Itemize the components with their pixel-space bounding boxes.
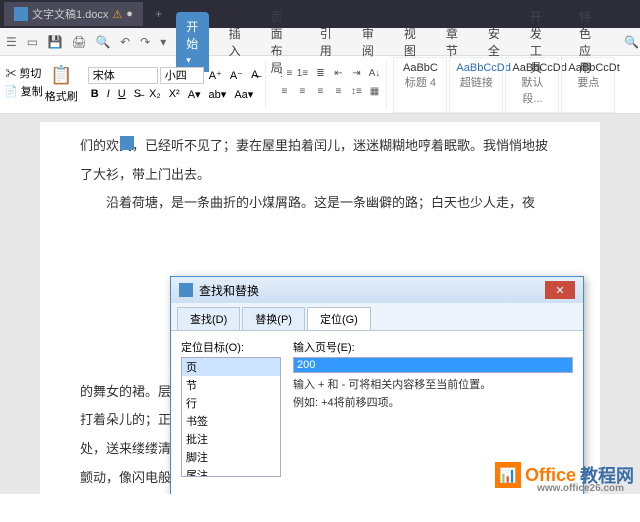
style-preview: AaBbC: [400, 62, 440, 74]
list-item[interactable]: 节: [182, 376, 280, 394]
goto-target-listbox[interactable]: 页 节 行 书签 批注 脚注 尾注: [181, 357, 281, 477]
number-list-icon[interactable]: 1≡: [294, 68, 310, 84]
align-right-icon[interactable]: ≡: [312, 86, 328, 102]
clear-format-icon[interactable]: A̶: [248, 67, 261, 84]
tab-goto[interactable]: 定位(G): [307, 307, 371, 330]
save-icon[interactable]: 💾: [48, 35, 62, 49]
dialog-icon: [179, 283, 193, 297]
watermark-icon: 📊: [495, 462, 521, 488]
tab-replace[interactable]: 替换(P): [242, 307, 305, 330]
redo-icon[interactable]: ↷: [140, 35, 150, 49]
target-label: 定位目标(O):: [181, 339, 281, 355]
paste-icon[interactable]: 📋: [50, 65, 72, 86]
multilevel-icon[interactable]: ≣: [312, 68, 328, 84]
style-label: 默认段...: [512, 74, 552, 106]
style-gallery: AaBbC标题 4 AaBbCcDd超链接 AaBbCcDd默认段... AaB…: [393, 57, 615, 113]
paragraph: 沿着荷塘，是一条曲折的小煤屑路。这是一条幽僻的路；白天也少人走，夜: [80, 189, 560, 218]
style-preview: AaBbCcDt: [568, 62, 608, 74]
style-label: 标题 4: [400, 74, 440, 90]
shading-icon[interactable]: ▦: [366, 86, 382, 102]
tab-review[interactable]: 审阅: [352, 19, 384, 65]
list-item[interactable]: 尾注: [182, 466, 280, 477]
paragraph: 们的欢笑，已经听不见了；妻在屋里拍着闰儿，迷迷糊糊地哼着眠歌。我悄悄地披了大衫，…: [80, 132, 560, 189]
quick-access-toolbar: ☰ ▭ 💾 🖨 🔍 ↶ ↷ ▾ 开始 插入 页面布局 引用 审阅 视图 章节 安…: [0, 28, 640, 56]
sub-icon[interactable]: X₂: [146, 86, 164, 103]
change-case-icon[interactable]: Aa▾: [231, 86, 256, 103]
copy-button[interactable]: 📄 复制: [4, 83, 43, 99]
format-painter[interactable]: 格式刷: [45, 88, 78, 104]
list-item[interactable]: 行: [182, 394, 280, 412]
tab-insert[interactable]: 插入: [219, 19, 251, 65]
cut-label: 剪切: [19, 68, 41, 80]
hint-line: 例如: +4将前移四项。: [293, 395, 573, 413]
menu-icon[interactable]: ☰: [6, 35, 17, 49]
style-preview: AaBbCcDd: [512, 62, 552, 74]
dialog-title: 查找和替换: [199, 282, 259, 299]
indent-dec-icon[interactable]: ⇤: [330, 68, 346, 84]
bullet-list-icon[interactable]: ⋮≡: [276, 68, 292, 84]
close-button[interactable]: ✕: [545, 281, 575, 299]
bold-icon[interactable]: B: [88, 86, 102, 103]
document-area: 们的欢笑，已经听不见了；妻在屋里拍着闰儿，迷迷糊糊地哼着眠歌。我悄悄地披了大衫，…: [0, 114, 640, 494]
justify-icon[interactable]: ≡: [330, 86, 346, 102]
print-icon[interactable]: 🖨: [72, 35, 86, 49]
hint-text: 输入 + 和 - 可将相关内容移至当前位置。 例如: +4将前移四项。: [293, 377, 573, 412]
sup-icon[interactable]: X²: [166, 86, 183, 103]
new-icon[interactable]: ▭: [27, 35, 38, 49]
indent-inc-icon[interactable]: ⇥: [348, 68, 364, 84]
sort-icon[interactable]: A↓: [366, 68, 382, 84]
dialog-tabs: 查找(D) 替换(P) 定位(G): [171, 303, 583, 330]
tab-reference[interactable]: 引用: [310, 19, 342, 65]
list-item[interactable]: 书签: [182, 412, 280, 430]
underline-icon[interactable]: U: [115, 86, 129, 103]
italic-icon[interactable]: I: [104, 86, 113, 103]
strike-icon[interactable]: S̶: [131, 86, 144, 103]
list-item[interactable]: 脚注: [182, 448, 280, 466]
style-item[interactable]: AaBbCcDt要点: [561, 57, 615, 113]
align-left-icon[interactable]: ≡: [276, 86, 292, 102]
list-item[interactable]: 批注: [182, 430, 280, 448]
style-label: 要点: [568, 74, 608, 90]
copy-label: 复制: [21, 86, 43, 98]
highlight-icon[interactable]: ab▾: [206, 86, 230, 103]
watermark-url: www.office26.com: [537, 483, 624, 494]
font-family-select[interactable]: [88, 67, 158, 84]
undo-icon[interactable]: ↶: [120, 35, 130, 49]
margin-marker-icon[interactable]: [120, 136, 134, 150]
cut-button[interactable]: ✂ 剪切: [5, 65, 41, 81]
font-color-icon[interactable]: A▾: [185, 86, 204, 103]
style-item[interactable]: AaBbCcDd超链接: [449, 57, 503, 113]
style-item[interactable]: AaBbCcDd默认段...: [505, 57, 559, 113]
font-group: A⁺ A⁻ A̶ B I U S̶ X₂ X² A▾ ab▾ Aa▾: [84, 61, 267, 109]
style-label: 超链接: [456, 74, 496, 90]
dialog-titlebar[interactable]: 查找和替换 ✕: [171, 277, 583, 303]
watermark: 📊 Office教程网 www.office26.com: [495, 462, 634, 488]
hint-line: 输入 + 和 - 可将相关内容移至当前位置。: [293, 377, 573, 395]
ribbon: ✂ 剪切 📄 复制 📋 格式刷 A⁺ A⁻ A̶ B I U S̶ X₂ X² …: [0, 56, 640, 114]
input-label: 输入页号(E):: [293, 339, 573, 355]
list-item[interactable]: 页: [182, 358, 280, 376]
align-center-icon[interactable]: ≡: [294, 86, 310, 102]
tab-find[interactable]: 查找(D): [177, 307, 240, 330]
paragraph-group: ⋮≡ 1≡ ≣ ⇤ ⇥ A↓ ≡ ≡ ≡ ≡ ↕≡ ▦: [272, 61, 387, 109]
shrink-font-icon[interactable]: A⁻: [227, 67, 246, 84]
font-size-select[interactable]: [160, 67, 204, 84]
dropdown-icon[interactable]: ▾: [160, 35, 166, 49]
grow-font-icon[interactable]: A⁺: [206, 67, 225, 84]
style-preview: AaBbCcDd: [456, 62, 496, 74]
line-spacing-icon[interactable]: ↕≡: [348, 86, 364, 102]
style-item[interactable]: AaBbC标题 4: [393, 57, 447, 113]
preview-icon[interactable]: 🔍: [96, 35, 110, 49]
page-number-input[interactable]: [293, 357, 573, 373]
